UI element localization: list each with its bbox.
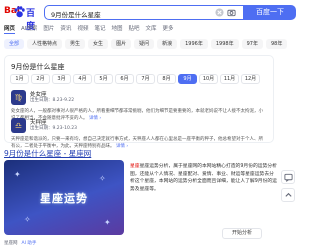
zodiac-card: 9月份是什么星座 1月 2月 3月 4月 5月 6月 7月 8月 9月 10月 … [4,55,274,149]
baidu-logo[interactable]: Bai 百度 [4,6,42,32]
star-icon: ✧ [99,174,106,183]
result-snippet: 星座星座运势分析，属于星座网的本网站精心打造的9月份的运势分析图，还能从个人情况… [130,164,277,192]
chip-female[interactable]: 女生 [88,39,109,49]
tab-ai-search[interactable]: AI搜索 [21,24,37,34]
chip-questions[interactable]: 疑问 [134,39,155,49]
card-title[interactable]: 9月份是什么星座 [11,62,64,72]
sign-details-link[interactable]: 详情 › [116,144,128,149]
sign-date: 出生日期：9.23-10.23 [30,126,78,131]
chip-97[interactable]: 97年 [241,39,263,49]
star-icon: ✦ [104,218,111,227]
virgo-icon: ♍ [11,90,26,105]
tab-notes[interactable]: 笔记 [94,24,105,34]
ai-assistant-label[interactable]: AI 助手 [22,240,37,246]
chip-98[interactable]: 98年 [265,39,288,49]
feedback-button[interactable] [281,170,295,184]
star-icon: ✧ [24,215,31,224]
result-title-link[interactable]: 9月份是什么星座 - 星座网 [4,148,91,159]
chip-1996[interactable]: 1996年 [180,39,208,49]
month-8[interactable]: 8月 [157,74,176,84]
month-3[interactable]: 3月 [52,74,71,84]
chip-1998[interactable]: 1998年 [210,39,239,49]
tab-news[interactable]: 资讯 [60,24,71,34]
feedback-icon [284,173,293,182]
paw-icon [14,6,25,18]
source-name[interactable]: 星座网 [4,240,18,246]
libra-icon: ♎ [11,118,26,133]
chip-male[interactable]: 男生 [65,39,86,49]
result-thumbnail[interactable]: ✦ ✧ ✧ ✦ 星座运势 [4,160,124,235]
sign-description: 处女座的人，一般都对事对人很严格的人，所看重细节都非常挑剔，他们为细节是要重要的… [11,109,263,121]
sign-date: 出生日期：8.23-9.22 [30,98,75,103]
tab-web[interactable]: 网页 [4,24,16,34]
tab-map[interactable]: 地图 [111,24,122,34]
sign-details-link[interactable]: 详情 › [89,116,101,121]
start-analysis-button[interactable]: 开始分析 [222,228,262,239]
back-to-top-button[interactable] [281,188,295,202]
star-icon: ✦ [14,170,21,179]
month-9[interactable]: 9月 [178,74,197,84]
tab-images[interactable]: 图片 [43,24,54,34]
month-12[interactable]: 12月 [241,74,260,84]
search-input[interactable]: 9月份是什么星座 [44,5,244,20]
close-icon[interactable] [215,8,224,17]
month-1[interactable]: 1月 [10,74,29,84]
thumbnail-caption: 星座运势 [40,192,88,205]
chip-sina[interactable]: 新浪 [157,39,178,49]
month-5[interactable]: 5月 [94,74,113,84]
tab-wenku[interactable]: 文库 [146,24,157,34]
tab-video[interactable]: 视频 [77,24,88,34]
month-11[interactable]: 11月 [220,74,239,84]
search-query: 9月份是什么星座 [51,11,101,19]
month-10[interactable]: 10月 [199,74,218,84]
month-6[interactable]: 6月 [115,74,134,84]
month-7[interactable]: 7月 [136,74,155,84]
month-selector: 1月 2月 3月 4月 5月 6月 7月 8月 9月 10月 11月 12月 [10,74,260,84]
tab-tieba[interactable]: 贴吧 [128,24,139,34]
filter-chips: 全部 人性格特点 男生 女生 图片 疑问 新浪 1996年 1998年 97年 … [4,39,288,49]
chip-all[interactable]: 全部 [4,39,25,49]
arrow-up-icon [285,192,292,197]
chip-personality[interactable]: 人性格特点 [27,39,63,49]
search-button[interactable]: 百度一下 [244,5,296,20]
chip-images[interactable]: 图片 [111,39,132,49]
month-4[interactable]: 4月 [73,74,92,84]
tab-more[interactable]: 更多 [163,24,174,34]
result-source: 星座网 AI 助手 [4,240,36,246]
search-type-tabs: 网页 AI搜索 图片 资讯 视频 笔记 地图 贴吧 文库 更多 [4,24,174,34]
month-2[interactable]: 2月 [31,74,50,84]
camera-icon[interactable] [227,8,236,17]
